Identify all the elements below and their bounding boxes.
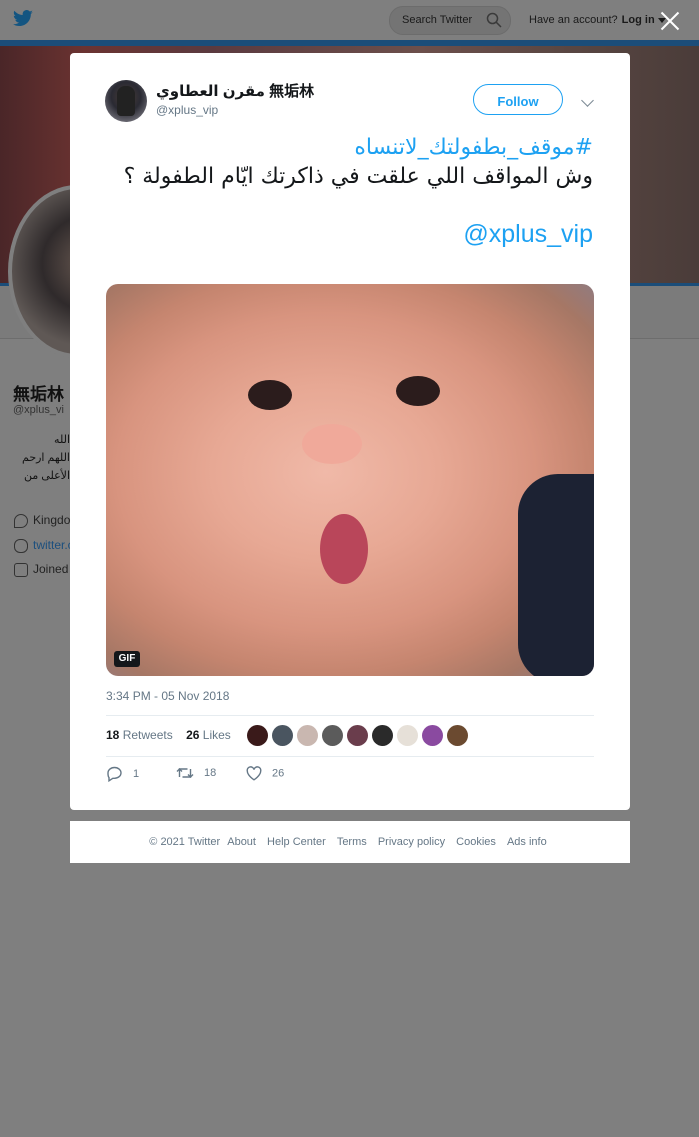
- location-pin-icon: [14, 513, 28, 528]
- profile-bio: الله اللهم ارحم الأعلى من: [14, 431, 70, 485]
- reply-button[interactable]: 1: [106, 766, 140, 783]
- bio-line: اللهم ارحم: [22, 452, 70, 464]
- hashtag-link[interactable]: #موقف_بطفولتك_لاتنساه: [106, 133, 593, 162]
- retweet-count: 18: [204, 766, 217, 779]
- liker-avatar[interactable]: [447, 725, 468, 746]
- liker-avatar[interactable]: [422, 725, 443, 746]
- tweet-text: #موقف_بطفولتك_لاتنساه وش المواقف اللي عل…: [106, 133, 593, 249]
- account-prompt: Have an account?: [529, 14, 618, 26]
- retweets-count[interactable]: 18: [106, 728, 119, 742]
- likes-label[interactable]: Likes: [203, 728, 231, 742]
- liker-avatar[interactable]: [322, 725, 343, 746]
- liker-avatar[interactable]: [347, 725, 368, 746]
- like-button[interactable]: 26: [246, 766, 284, 781]
- liker-avatars[interactable]: [247, 725, 472, 747]
- baby-mouth: [320, 514, 368, 584]
- calendar-icon: [14, 562, 28, 577]
- profile-location: Kingdo: [14, 513, 70, 528]
- author-avatar[interactable]: [105, 80, 147, 122]
- top-navigation-bar: Search Twitter Have an account? Log in: [0, 0, 699, 41]
- profile-link[interactable]: twitter.c: [14, 538, 74, 553]
- liker-avatar[interactable]: [247, 725, 268, 746]
- tweet-timestamp[interactable]: 3:34 PM - 05 Nov 2018: [106, 689, 229, 703]
- footer-link-privacy-policy[interactable]: Privacy policy: [378, 836, 445, 848]
- footer-link-about[interactable]: About: [227, 836, 256, 848]
- like-count: 26: [272, 767, 285, 780]
- copyright-text: © 2021 Twitter: [149, 836, 221, 848]
- profile-url[interactable]: twitter.c: [33, 538, 74, 552]
- bio-line: الأعلى من: [23, 470, 70, 482]
- chevron-down-icon[interactable]: [581, 94, 594, 107]
- search-icon[interactable]: [486, 12, 502, 28]
- mention-link[interactable]: @xplus_vip: [106, 220, 593, 249]
- retweet-button[interactable]: 18: [176, 766, 216, 780]
- dark-clothing-shape: [518, 474, 594, 676]
- retweets-label[interactable]: Retweets: [123, 728, 173, 742]
- reply-count: 1: [133, 767, 140, 780]
- profile-joined: Joined: [14, 562, 68, 577]
- bio-line: الله: [54, 434, 70, 446]
- twitter-bird-icon[interactable]: [12, 10, 34, 28]
- heart-icon: [246, 766, 262, 781]
- profile-name: 無垢林: [13, 385, 64, 404]
- tweet-body: وش المواقف اللي علقت في ذاكرتك ايّام الط…: [123, 164, 593, 189]
- retweet-icon: [176, 768, 194, 778]
- link-icon: [14, 538, 28, 553]
- author-names[interactable]: مقرن العطاوي 無垢林 @xplus_vip: [156, 82, 314, 118]
- search-input[interactable]: Search Twitter: [389, 6, 511, 35]
- follow-button[interactable]: Follow: [473, 84, 563, 115]
- likes-count[interactable]: 26: [186, 728, 199, 742]
- modal-footer: © 2021 Twitter About Help Center Terms P…: [70, 821, 630, 863]
- liker-avatar[interactable]: [297, 725, 318, 746]
- profile-handle: @xplus_vi: [13, 404, 64, 416]
- tweet-gif-media[interactable]: GIF: [106, 284, 594, 676]
- footer-link-help-center[interactable]: Help Center: [267, 836, 326, 848]
- gif-badge: GIF: [114, 651, 140, 667]
- divider: [106, 715, 594, 716]
- liker-avatar[interactable]: [372, 725, 393, 746]
- author-handle[interactable]: @xplus_vip: [156, 102, 314, 118]
- footer-link-ads-info[interactable]: Ads info: [507, 836, 547, 848]
- close-icon[interactable]: [658, 9, 682, 33]
- tweet-stats[interactable]: 18 Retweets 26 Likes: [106, 728, 231, 742]
- location-text: Kingdo: [33, 513, 71, 527]
- joined-text: Joined: [33, 562, 69, 576]
- baby-left-eye: [248, 380, 292, 410]
- footer-link-cookies[interactable]: Cookies: [456, 836, 496, 848]
- liker-avatar[interactable]: [397, 725, 418, 746]
- search-placeholder: Search Twitter: [402, 14, 473, 26]
- baby-nose: [302, 424, 362, 464]
- liker-avatar[interactable]: [272, 725, 293, 746]
- baby-right-eye: [396, 376, 440, 406]
- tweet-modal: مقرن العطاوي 無垢林 @xplus_vip Follow #موقف…: [70, 53, 630, 810]
- divider: [106, 756, 594, 757]
- reply-icon: [107, 766, 122, 783]
- footer-link-terms[interactable]: Terms: [337, 836, 367, 848]
- author-fullname[interactable]: مقرن العطاوي 無垢林: [156, 82, 314, 102]
- account-menu[interactable]: Have an account? Log in: [529, 14, 666, 26]
- login-link[interactable]: Log in: [622, 14, 655, 26]
